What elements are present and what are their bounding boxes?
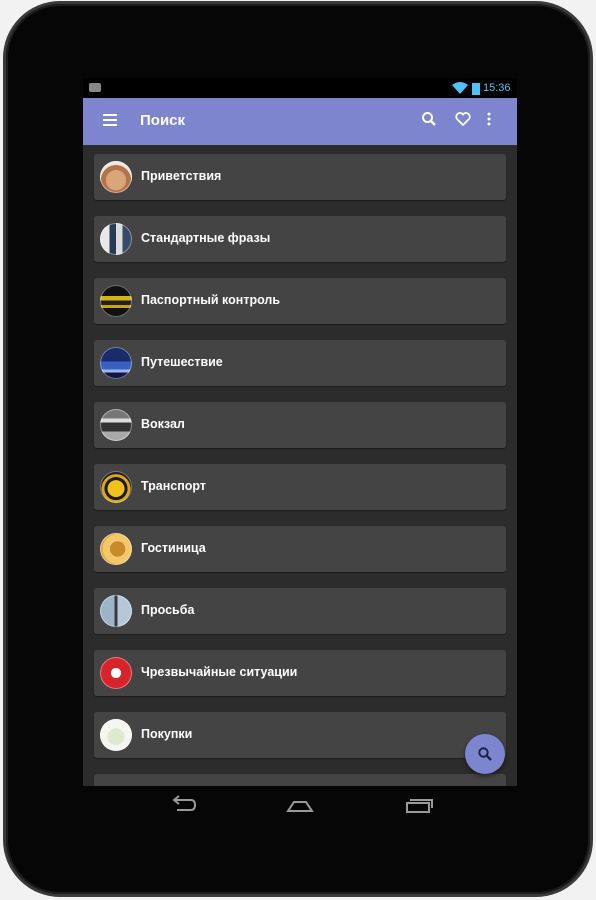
passport-control-thumbnail [100,285,132,317]
city-night-thumbnail [100,347,132,379]
signpost-thumbnail [100,595,132,627]
menu-icon[interactable] [103,114,117,128]
hotel-bell-thumbnail [100,533,132,565]
heart-icon[interactable] [455,111,475,131]
wifi-icon [452,82,468,94]
list-item[interactable]: Покупки [94,712,506,758]
list-item[interactable]: Вокзал [94,402,506,448]
recent-apps-icon[interactable] [398,792,438,818]
list-item[interactable]: Путешествие [94,340,506,386]
list-item-label: Чрезвычайные ситуации [141,665,298,679]
notification-icon [89,83,101,92]
search-icon [478,747,492,761]
back-icon[interactable] [163,792,203,818]
status-bar: 15:36 [83,78,517,98]
page-title: Поиск [140,112,186,129]
list-item-label: Паспортный контроль [141,293,281,307]
app-screen: 15:36 Поиск Приветствия Стандартные фраз… [83,78,517,786]
list-item-label: Вокзал [141,417,185,431]
status-time: 15:36 [483,82,511,94]
list-item-label: Стандартные фразы [141,231,271,245]
list-item[interactable]: Просьба [94,588,506,634]
more-vert-icon[interactable] [485,111,505,131]
search-fab[interactable] [465,734,505,774]
list-item-label: Путешествие [141,355,223,369]
list-item[interactable]: Стандартные фразы [94,216,506,262]
list-item[interactable]: Чрезвычайные ситуации [94,650,506,696]
battery-icon [472,83,480,95]
taxi-thumbnail [100,471,132,503]
list-item[interactable]: Паспортный контроль [94,278,506,324]
list-item[interactable]: Гостиница [94,526,506,572]
list-item-label: Покупки [141,727,193,741]
people-thumbnail [100,223,132,255]
list-item-label: Просьба [141,603,195,617]
list-item-label: Транспорт [141,479,207,493]
first-aid-thumbnail [100,657,132,689]
home-icon[interactable] [280,792,320,818]
list-item[interactable] [94,774,506,786]
system-nav-bar [83,786,517,824]
handshake-thumbnail [100,161,132,193]
list-item[interactable]: Транспорт [94,464,506,510]
list-item-label: Приветствия [141,169,222,183]
app-bar: Поиск [83,98,517,145]
shopping-thumbnail [100,719,132,751]
list-item[interactable]: Приветствия [94,154,506,200]
list-item-label: Гостиница [141,541,206,555]
search-icon[interactable] [421,111,441,131]
train-station-thumbnail [100,409,132,441]
